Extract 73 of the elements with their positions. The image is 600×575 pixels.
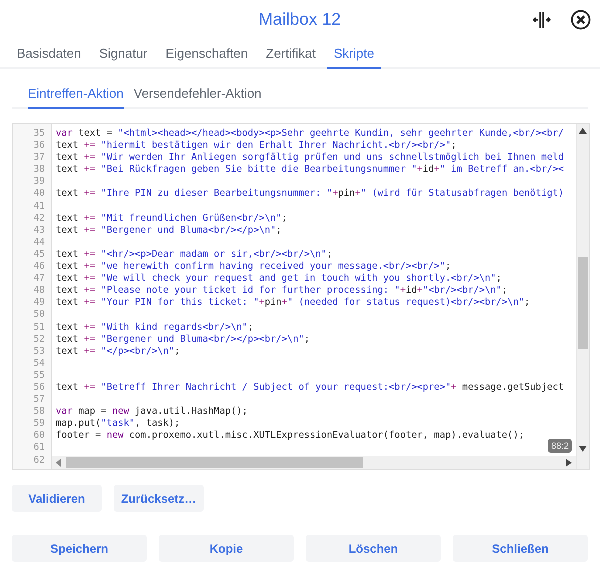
tab[interactable]: Basisdaten: [10, 40, 88, 69]
line-number: 47: [32, 273, 46, 286]
line-number: 46: [32, 261, 46, 274]
line-number: 60: [32, 430, 46, 442]
line-number: 40: [32, 188, 46, 201]
code-line: text += "</p><br/>\n";: [56, 346, 182, 358]
line-number: 57: [32, 394, 46, 406]
cursor-position: 88:2: [548, 439, 572, 453]
subtab[interactable]: Versendefehler-Aktion: [134, 69, 262, 109]
resize-icon[interactable]: [532, 11, 552, 29]
line-number: 43: [32, 224, 46, 237]
code-line: text += "Wir werden Ihr Anliegen sorgfältig prüfen und uns schnellstmöglich bei Ihnen meld: [56, 152, 566, 164]
footer-button[interactable]: Speichern: [12, 535, 147, 562]
line-number: 52: [32, 334, 46, 346]
line-number: 38: [32, 164, 46, 176]
code-line: var text = "<html><head></head><body><p>Sehr geehrte Kundin, sehr geehrter Kunde,<br/><br/: [56, 128, 565, 140]
line-number: 45: [32, 248, 46, 262]
line-number: 49: [32, 297, 46, 310]
code-line: text += "Ihre PIN zu dieser Bearbeitungsnummer: "+pin+" (wird für Statusabfragen benötigt): [56, 188, 566, 201]
line-number: 58: [32, 406, 46, 418]
horizontal-scrollbar[interactable]: [52, 456, 576, 469]
code-line: text += "hiermit bestätigen wir den Erhalt Ihrer Nachricht.<br/><br/>";: [56, 140, 458, 152]
vertical-scrollbar[interactable]: [576, 124, 589, 469]
line-number: 62: [32, 454, 46, 467]
close-icon[interactable]: [571, 10, 591, 30]
line-number: 44: [32, 236, 46, 249]
line-number: 39: [32, 176, 46, 188]
code-line: text += "With kind regards<br/>\n";: [56, 322, 255, 334]
code-line: text += "Bergener und Bluma<br/></p><br/>\n";: [56, 334, 312, 346]
tab[interactable]: Eigenschaften: [158, 40, 256, 69]
line-number: 56: [32, 382, 46, 394]
scroll-up-icon[interactable]: [579, 128, 587, 134]
code-line: text += "Betreff Ihrer Nachricht / Subject of your request:<br/><pre>"+ message.getSubject: [56, 382, 566, 394]
code-line: text += "Your PIN for this ticket: "+pin+" (needed for status request)<br/><br/>\n";: [56, 297, 532, 310]
line-number: 36: [32, 140, 46, 152]
tab[interactable]: Signatur: [92, 40, 155, 69]
scroll-right-icon[interactable]: [566, 458, 572, 466]
scroll-down-icon[interactable]: [579, 446, 587, 452]
code-line: text += "Please note your ticket id for further processing: "+id+"<br/><br/>\n";: [56, 285, 509, 298]
code-line: var map = new java.util.HashMap();: [56, 406, 249, 418]
footer-button[interactable]: Löschen: [306, 535, 441, 562]
line-number: 61: [32, 442, 46, 455]
line-number: 50: [32, 309, 46, 322]
line-number: 35: [32, 128, 46, 140]
line-number: 42: [32, 212, 46, 225]
code-line: text += "Mit freundlichen Grüßen<br/>\n";: [56, 212, 288, 225]
code-line: text += "we herewith confirm having received your message.<br/><br/>";: [56, 261, 452, 274]
action-button[interactable]: Validieren: [12, 485, 102, 512]
subtab[interactable]: Eintreffen-Aktion: [28, 69, 124, 109]
code-line: text += "Bei Rückfragen geben Sie bitte die Bearbeitungsnummer "+id+" im Betreff an.<br/><: [56, 164, 566, 176]
scrollbar-thumb[interactable]: [578, 257, 588, 349]
line-number: 41: [32, 200, 46, 213]
code-line: footer = new com.proxemo.xutl.misc.XUTLExpressionEvaluator(footer, map).evaluate();: [56, 430, 526, 442]
action-button[interactable]: Zurücksetz…: [114, 485, 204, 512]
scroll-left-icon[interactable]: [56, 458, 62, 466]
code-line: text += "Bergener und Bluma<br/></p>\n";: [56, 224, 283, 237]
code-line: map.put("task", task);: [56, 418, 182, 430]
line-number: 37: [32, 152, 46, 164]
line-number: 59: [32, 418, 46, 430]
tab[interactable]: Skripte: [327, 40, 382, 69]
footer-button[interactable]: Schließen: [453, 535, 588, 562]
line-number: 51: [32, 322, 46, 334]
line-number: 55: [32, 370, 46, 382]
code-line: text += "We will check your request and get in touch with you shortly.<br/>\n";: [56, 273, 503, 286]
tab[interactable]: Zertifikat: [259, 40, 323, 69]
window-title: Mailbox 12: [258, 10, 342, 30]
code-line: text += "<hr/><p>Dear madam or sir,<br/><br/>\n";: [56, 248, 334, 262]
code-editor[interactable]: [12, 123, 590, 470]
scrollbar-thumb[interactable]: [66, 457, 363, 468]
line-number: 53: [32, 346, 46, 358]
line-number: 54: [32, 358, 46, 370]
footer-button[interactable]: Kopie: [159, 535, 294, 562]
line-number: 48: [32, 285, 46, 298]
